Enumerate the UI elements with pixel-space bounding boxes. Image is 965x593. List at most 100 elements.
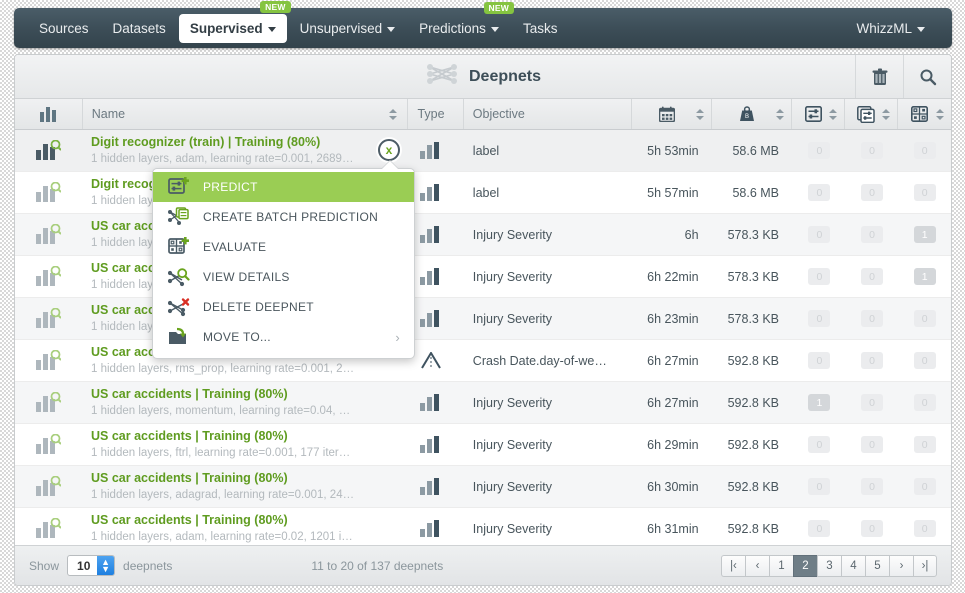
page-4-button[interactable]: 4 [840, 554, 865, 577]
column-header-icon[interactable] [15, 99, 83, 129]
nav-item-unsupervised[interactable]: Unsupervised [289, 15, 407, 42]
evaluations-count-cell[interactable]: 0 [898, 424, 951, 465]
deepnet-row-icon[interactable] [15, 214, 82, 255]
column-header-date[interactable] [632, 99, 712, 129]
nav-item-predictions[interactable]: NEW Predictions [408, 1, 514, 42]
predictions-count-cell[interactable]: 0 [793, 298, 846, 339]
menu-item-create-batch-prediction[interactable]: CREATE BATCH PREDICTION [153, 202, 414, 232]
table-row[interactable]: US car accidents | Training (80%) 1 hidd… [15, 466, 951, 508]
deepnet-row-icon[interactable] [15, 382, 82, 423]
nav-item-sources[interactable]: Sources [28, 15, 100, 42]
sort-icon[interactable] [775, 108, 785, 121]
predictions-count-cell[interactable]: 0 [793, 214, 846, 255]
sort-icon[interactable] [389, 108, 398, 121]
deepnet-name-cell[interactable]: US car accidents | Training (80%) 1 hidd… [82, 466, 408, 507]
menu-item-view-details[interactable]: VIEW DETAILS [153, 262, 414, 292]
page-3-button[interactable]: 3 [816, 554, 841, 577]
last-page-button[interactable]: ›| [912, 554, 937, 577]
objective-cell: Injury Severity [472, 479, 552, 494]
first-page-button[interactable]: |‹ [720, 554, 745, 577]
predictions-count-cell[interactable]: 0 [793, 508, 846, 549]
evaluations-count-cell[interactable]: 0 [898, 130, 951, 171]
table-row[interactable]: Digit recognizer (train) | Training (80%… [15, 130, 951, 172]
deepnet-name[interactable]: US car accidents | Training (80%) [91, 470, 399, 486]
menu-item-predict[interactable]: PREDICT [153, 172, 414, 202]
evaluations-count-cell[interactable]: 0 [898, 382, 951, 423]
column-header-name[interactable]: Name [83, 99, 409, 129]
predictions-count-cell[interactable]: 0 [793, 466, 846, 507]
deepnet-row-icon[interactable] [15, 466, 82, 507]
deepnet-row-icon[interactable] [15, 172, 82, 213]
trash-icon[interactable] [855, 55, 903, 98]
deepnet-name-cell[interactable]: US car accidents | Training (80%) 1 hidd… [82, 382, 408, 423]
page-size-select[interactable]: 10 ▲ ▼ [67, 555, 116, 576]
menu-item-move-to[interactable]: MOVE TO... › [153, 322, 414, 352]
deepnet-name-cell[interactable]: US car accidents | Training (80%) 1 hidd… [82, 508, 408, 549]
column-header-objective[interactable]: Objective [464, 99, 632, 129]
sort-icon[interactable] [828, 108, 838, 121]
account-menu-whizzml[interactable]: WhizzML [845, 15, 936, 42]
column-header-predictions[interactable] [792, 99, 845, 129]
deepnet-name-cell[interactable]: US car accidents | Training (80%) 1 hidd… [82, 424, 408, 465]
prev-page-button[interactable]: ‹ [744, 554, 769, 577]
menu-item-evaluate[interactable]: EVALUATE [153, 232, 414, 262]
predictions-count-cell[interactable]: 0 [793, 256, 846, 297]
batch-predictions-count-cell[interactable]: 0 [846, 214, 899, 255]
deepnet-row-icon[interactable] [15, 130, 82, 171]
nav-item-datasets[interactable]: Datasets [102, 15, 177, 42]
nav-item-tasks[interactable]: Tasks [512, 15, 569, 42]
column-header-type[interactable]: Type [408, 99, 464, 129]
search-icon[interactable] [903, 55, 951, 98]
evaluations-count-cell[interactable]: 0 [898, 172, 951, 213]
column-header-evaluations[interactable] [898, 99, 951, 129]
page-1-button[interactable]: 1 [768, 554, 793, 577]
evaluations-count-cell[interactable]: 1 [898, 256, 951, 297]
predictions-count-cell[interactable]: 0 [793, 172, 846, 213]
batch-predictions-count-cell[interactable]: 0 [846, 508, 899, 549]
table-row[interactable]: US car accidents | Training (80%) 1 hidd… [15, 508, 951, 550]
batch-predictions-count-cell[interactable]: 0 [846, 382, 899, 423]
close-icon[interactable]: x [378, 139, 400, 161]
deepnet-name-cell[interactable]: Digit recognizer (train) | Training (80%… [82, 130, 408, 171]
table-row[interactable]: US car accidents | Training (80%) 1 hidd… [15, 424, 951, 466]
page-5-button[interactable]: 5 [864, 554, 889, 577]
date-cell: 6h 30min [647, 479, 699, 494]
menu-item-delete-deepnet[interactable]: DELETE DEEPNET [153, 292, 414, 322]
deepnet-name[interactable]: Digit recognizer (train) | Training (80%… [91, 134, 399, 150]
next-page-button[interactable]: › [888, 554, 913, 577]
evaluations-count-cell[interactable]: 0 [898, 508, 951, 549]
deepnet-name[interactable]: US car accidents | Training (80%) [91, 386, 399, 402]
stepper-icon[interactable]: ▲ ▼ [97, 556, 115, 575]
nav-item-supervised[interactable]: NEW Supervised [178, 0, 291, 43]
batch-predictions-count-cell[interactable]: 0 [846, 130, 899, 171]
deepnet-row-icon[interactable] [15, 256, 82, 297]
deepnet-name[interactable]: US car accidents | Training (80%) [91, 428, 399, 444]
evaluations-count-cell[interactable]: 0 [898, 466, 951, 507]
deepnet-row-icon[interactable] [15, 508, 82, 549]
batch-predictions-count-cell[interactable]: 0 [846, 298, 899, 339]
column-header-size[interactable]: B [712, 99, 792, 129]
table-row[interactable]: US car accidents | Training (80%) 1 hidd… [15, 382, 951, 424]
batch-predictions-count-cell[interactable]: 0 [846, 340, 899, 381]
batch-predictions-count-cell[interactable]: 0 [846, 424, 899, 465]
deepnet-row-icon[interactable] [15, 340, 82, 381]
sort-icon[interactable] [695, 108, 705, 121]
batch-predictions-count-cell[interactable]: 0 [846, 256, 899, 297]
batch-predictions-count-cell[interactable]: 0 [846, 466, 899, 507]
deepnet-row-icon[interactable] [15, 424, 82, 465]
sort-icon[interactable] [881, 108, 891, 121]
column-header-batch-predictions[interactable] [845, 99, 898, 129]
evaluations-count-cell[interactable]: 0 [898, 298, 951, 339]
batch-predictions-count-cell[interactable]: 0 [846, 172, 899, 213]
date-cell: 6h 31min [647, 521, 699, 536]
predictions-count-cell[interactable]: 0 [793, 340, 846, 381]
sort-icon[interactable] [936, 108, 945, 121]
evaluations-count-cell[interactable]: 1 [898, 214, 951, 255]
predictions-count-cell[interactable]: 0 [793, 424, 846, 465]
predictions-count-cell[interactable]: 1 [793, 382, 846, 423]
deepnet-name[interactable]: US car accidents | Training (80%) [91, 512, 399, 528]
predictions-count-cell[interactable]: 0 [793, 130, 846, 171]
page-2-button[interactable]: 2 [792, 554, 817, 577]
evaluations-count-cell[interactable]: 0 [898, 340, 951, 381]
deepnet-row-icon[interactable] [15, 298, 82, 339]
